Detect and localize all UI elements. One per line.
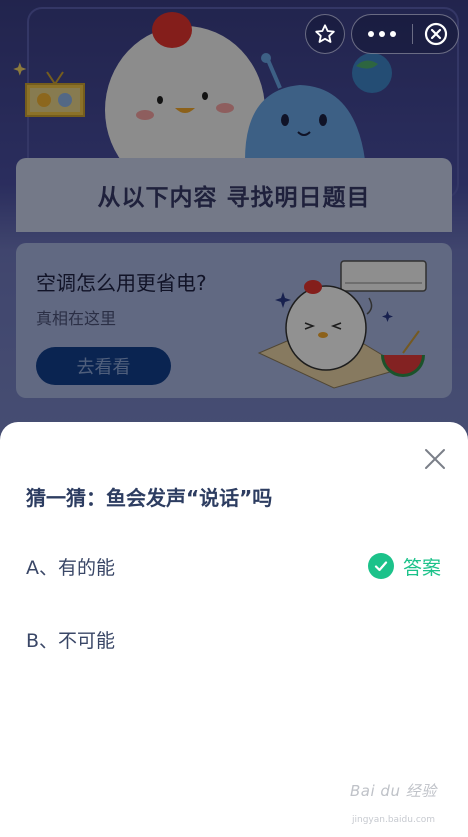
watermark-url: jingyan.baidu.com (352, 815, 436, 825)
favorite-button[interactable] (305, 14, 345, 54)
quiz-sheet: 猜一猜：鱼会发声“说话”吗 A、有的能 答案 B、不可能 (0, 422, 468, 837)
quiz-question: 猜一猜：鱼会发声“说话”吗 (26, 486, 273, 510)
sheet-close-button[interactable] (418, 442, 452, 476)
menu-capsule (351, 14, 459, 54)
more-dots-icon (368, 31, 396, 37)
close-circle-icon (424, 22, 447, 46)
option-a[interactable]: A、有的能 答案 (0, 542, 468, 590)
option-label: A、有的能 (26, 556, 115, 579)
option-label: B、不可能 (26, 629, 116, 652)
watermark-logo: Bai du 经验 (350, 782, 437, 800)
check-circle-icon (368, 553, 394, 579)
answer-marker: 答案 (368, 542, 441, 590)
option-b[interactable]: B、不可能 (0, 615, 468, 663)
close-icon (425, 449, 445, 469)
answer-label: 答案 (403, 556, 442, 579)
more-button[interactable] (352, 15, 412, 53)
exit-button[interactable] (413, 15, 458, 53)
star-outline-icon (315, 24, 335, 43)
